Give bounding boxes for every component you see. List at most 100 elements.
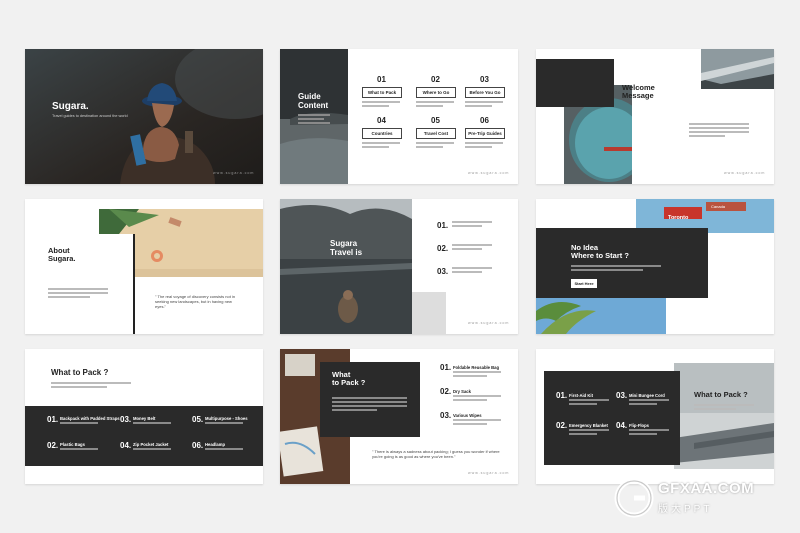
pack2-item-2: Dry Sack	[453, 389, 471, 394]
about-title: About Sugara.	[48, 247, 76, 263]
guide-title-line1: Guide	[298, 92, 321, 101]
slide-about[interactable]: About Sugara. " The real voyage of disco…	[25, 199, 263, 334]
welcome-text	[689, 123, 749, 139]
welcome-dark-block	[536, 59, 614, 107]
pack2-quote: " There is always a sadness about packin…	[372, 449, 500, 459]
welcome-title: Welcome Message	[622, 84, 655, 100]
guide-item-what-to-pack[interactable]: What to Pack	[362, 87, 402, 98]
pack3-num-02: 02.	[556, 421, 568, 430]
pack3-num-01: 01.	[556, 391, 568, 400]
pack2-title-line2: to Pack ?	[332, 378, 366, 387]
guide-title-line2: Content	[298, 101, 329, 110]
guide-item-where-to-go[interactable]: Where to Go	[416, 87, 456, 98]
sky-photo	[701, 49, 774, 89]
guide-item-countries[interactable]: Countries	[362, 128, 402, 139]
guide-footer: www.sugara.com	[468, 171, 510, 175]
slide-guide-content[interactable]: Guide Content 01 What to Pack 02 Where t…	[280, 49, 518, 184]
pack1-num-06: 06.	[192, 441, 204, 450]
guide-num-01: 01	[377, 75, 386, 84]
guide-num-04: 04	[377, 116, 386, 125]
watermark: GFXAA.COM 版大PPT	[614, 474, 794, 524]
pack1-title: What to Pack ?	[51, 368, 109, 377]
about-quote: " The real voyage of discovery consists …	[155, 294, 236, 309]
pack3-title: What to Pack ?	[694, 390, 748, 399]
pack1-item-text	[133, 448, 171, 452]
pack1-num-02: 02.	[47, 441, 59, 450]
pack1-item-5: Multipurpose - Shoes	[205, 416, 248, 421]
pack1-item-text	[60, 422, 98, 426]
watermark-logo-icon	[614, 478, 654, 518]
pack1-item-4: Zip Pocket Jacket	[133, 442, 169, 447]
slide-what-to-pack-3[interactable]: What to Pack ? 01. First-Aid Kit 03. Min…	[536, 349, 774, 484]
travel-text-01	[452, 221, 492, 229]
guide-item-text	[362, 101, 400, 109]
pack2-item-text	[453, 371, 501, 379]
pack3-num-04: 04.	[616, 421, 628, 430]
sign-toronto: Toronto	[668, 215, 689, 221]
pack1-item-text	[133, 422, 171, 426]
guide-item-text	[416, 142, 454, 150]
pack3-item-2: Emergency Blanket	[569, 423, 608, 428]
guide-item-travel-cost[interactable]: Travel Cost	[416, 128, 456, 139]
pack2-text	[332, 397, 407, 413]
pack1-num-03: 03.	[120, 415, 132, 424]
guide-title: Guide Content	[298, 92, 328, 110]
pack3-item-4: Flip-Flops	[629, 423, 650, 428]
travel-num-01: 01.	[437, 221, 449, 230]
pack3-item-text	[629, 429, 669, 437]
pack1-num-05: 05.	[192, 415, 204, 424]
slide-welcome[interactable]: Welcome Message www.sugara.com	[536, 49, 774, 184]
about-divider	[133, 234, 135, 334]
sign-canada: Canada	[711, 204, 726, 209]
start-here-button[interactable]: Start Here	[571, 279, 597, 288]
pack3-item-1: First-Aid Kit	[569, 393, 593, 398]
pack2-item-text	[453, 395, 501, 403]
slide-what-to-pack-2[interactable]: What to Pack ? 01. Foldable Reusable Bag…	[280, 349, 518, 484]
guide-item-text	[465, 101, 503, 109]
pack2-num-01: 01.	[440, 363, 452, 372]
pack2-num-02: 02.	[440, 387, 452, 396]
pack2-title: What to Pack ?	[332, 371, 365, 387]
no-idea-dark-block	[536, 228, 708, 298]
pack1-num-04: 04.	[120, 441, 132, 450]
slide-travel-is[interactable]: Sugara Travel is 01. 02. 03. www.sugara.…	[280, 199, 518, 334]
about-title-line2: Sugara.	[48, 254, 76, 263]
travel-title-line1: Sugara	[330, 239, 358, 248]
no-idea-title-line2: Where to Start ?	[571, 251, 629, 260]
guide-num-02: 02	[431, 75, 440, 84]
travel-gray-block	[412, 292, 446, 334]
pack1-item-text	[205, 422, 243, 426]
slide-cover[interactable]: Sugara. Travel guides to destination aro…	[25, 49, 263, 184]
guide-item-pre-trip-guides[interactable]: Pre-Trip Guides	[465, 128, 505, 139]
pack2-num-03: 03.	[440, 411, 452, 420]
pack1-item-3: Money Belt	[133, 416, 156, 421]
guide-num-06: 06	[480, 116, 489, 125]
pack3-num-03: 03.	[616, 391, 628, 400]
no-idea-title: No Idea Where to Start ?	[571, 244, 629, 260]
guide-item-text	[416, 101, 454, 109]
guide-item-text	[362, 142, 400, 150]
pack1-item-2: Plastic Bags	[60, 442, 85, 447]
watermark-brand: GFXAA.COM	[658, 480, 755, 497]
no-idea-text	[571, 265, 661, 273]
guide-num-03: 03	[480, 75, 489, 84]
pack3-item-text	[569, 399, 609, 407]
travel-text-03	[452, 267, 492, 275]
guide-item-text	[465, 142, 503, 150]
guide-num-05: 05	[431, 116, 440, 125]
welcome-footer: www.sugara.com	[724, 171, 766, 175]
travel-num-03: 03.	[437, 267, 449, 276]
pack1-dark-band	[25, 406, 263, 466]
guide-item-before-you-go[interactable]: Before You Go	[465, 87, 505, 98]
slide-what-to-pack-1[interactable]: What to Pack ? 01. Backpack with Padded …	[25, 349, 263, 484]
pack1-text	[51, 382, 131, 390]
travel-num-02: 02.	[437, 244, 449, 253]
pack3-item-text	[629, 399, 669, 407]
watermark-sub: 版大PPT	[658, 504, 713, 515]
about-text	[48, 288, 108, 300]
travel-title: Sugara Travel is	[330, 239, 362, 257]
pack2-item-1: Foldable Reusable Bag	[453, 365, 500, 370]
slide-no-idea[interactable]: Toronto Canada No Idea Where to Start ? …	[536, 199, 774, 334]
pack2-item-3: Various Wipes	[453, 413, 482, 418]
travel-text-02	[452, 244, 492, 252]
